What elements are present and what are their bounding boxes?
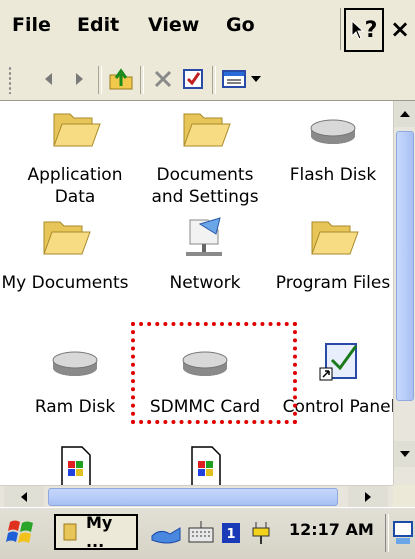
- taskbar-window-label: My ...: [85, 513, 113, 551]
- file-item[interactable]: Network: [140, 214, 270, 294]
- file-label: Documents and Settings: [151, 165, 259, 207]
- network-icon: [186, 217, 222, 256]
- taskbar-window-button[interactable]: My ...: [54, 513, 138, 551]
- menu-file[interactable]: File: [12, 14, 51, 36]
- delete-icon: [154, 70, 172, 88]
- properties-icon: [183, 69, 203, 89]
- up-folder-icon: [109, 68, 133, 90]
- toolbar: [0, 60, 415, 101]
- file-label: Program Files: [275, 273, 391, 293]
- folder-icon: [53, 113, 101, 147]
- app-file-icon: [191, 446, 221, 485]
- arrow-right-icon: [365, 492, 371, 502]
- file-item[interactable]: Documents and Settings: [140, 106, 270, 208]
- menu-bar: File Edit View Go ? ×: [0, 0, 415, 61]
- toolbar-separator: [212, 66, 216, 94]
- file-label: Network: [169, 273, 241, 293]
- close-button[interactable]: ×: [390, 10, 414, 48]
- toolbar-separator: [140, 66, 144, 94]
- arrow-down-icon: [400, 451, 410, 457]
- menu-view[interactable]: View: [148, 14, 199, 36]
- toolbar-grip[interactable]: [8, 66, 12, 94]
- file-label: My Documents: [1, 273, 129, 293]
- file-item[interactable]: Application Data: [10, 106, 140, 208]
- horizontal-scrollbar[interactable]: [0, 485, 393, 508]
- app-file-icon: [61, 446, 91, 485]
- folder-icon: [311, 221, 359, 255]
- back-button[interactable]: [34, 65, 64, 93]
- vertical-scrollbar[interactable]: [393, 101, 415, 485]
- storage-card-icon: [52, 351, 98, 376]
- control-panel-icon: [319, 343, 358, 381]
- scroll-right-button[interactable]: [348, 486, 388, 508]
- file-item[interactable]: Ram Disk: [10, 338, 140, 418]
- keyboard-icon[interactable]: [186, 518, 216, 548]
- taskbar-separator: [385, 514, 389, 552]
- toolbar-separator: [98, 66, 102, 94]
- scroll-left-button[interactable]: [4, 486, 44, 508]
- taskbar: My ... 1 12:17 AM: [0, 507, 415, 559]
- view-menu-button[interactable]: [220, 65, 266, 93]
- menu-edit[interactable]: Edit: [77, 14, 119, 36]
- desktop-icon[interactable]: [392, 518, 414, 548]
- clock[interactable]: 12:17 AM: [289, 520, 374, 539]
- help-label: ?: [364, 17, 378, 43]
- delete-button[interactable]: [148, 65, 178, 93]
- view-menu-icon: [222, 70, 261, 88]
- forward-icon: [76, 73, 83, 85]
- start-button[interactable]: [4, 516, 40, 550]
- storage-card-icon: [310, 119, 356, 144]
- explorer-window-icon: [63, 523, 77, 541]
- power-icon[interactable]: [248, 518, 274, 548]
- folder-icon: [43, 221, 91, 255]
- scrollbar-corner: [393, 485, 415, 507]
- svg-text:1: 1: [226, 527, 235, 542]
- vertical-scroll-thumb[interactable]: [396, 131, 414, 401]
- file-list-view: Application Data Documents and Settings …: [0, 101, 393, 485]
- file-item[interactable]: Program Files: [268, 214, 393, 294]
- file-item[interactable]: [140, 443, 270, 485]
- horizontal-scroll-thumb[interactable]: [48, 488, 338, 506]
- arrow-up-icon: [400, 111, 410, 117]
- file-item[interactable]: My Documents: [0, 214, 130, 294]
- windows-flag-icon: [6, 520, 33, 543]
- menu-go[interactable]: Go: [226, 14, 255, 36]
- file-label: Application Data: [27, 165, 123, 207]
- highlight-annotation: [131, 322, 297, 424]
- file-item[interactable]: [10, 443, 140, 485]
- up-folder-button[interactable]: [106, 65, 136, 93]
- folder-icon: [183, 113, 231, 147]
- input-indicator-icon[interactable]: 1: [220, 521, 242, 545]
- properties-button[interactable]: [178, 65, 208, 93]
- scroll-up-button[interactable]: [394, 101, 415, 127]
- arrow-left-icon: [21, 492, 27, 502]
- forward-button[interactable]: [64, 65, 94, 93]
- file-label: Flash Disk: [289, 165, 377, 185]
- scroll-down-button[interactable]: [394, 441, 415, 467]
- file-item[interactable]: Flash Disk: [268, 106, 393, 186]
- menubar-separator: [340, 8, 341, 50]
- help-button[interactable]: ?: [344, 8, 384, 52]
- back-icon: [45, 73, 52, 85]
- file-label: Ram Disk: [34, 397, 116, 417]
- pointer-icon: [351, 20, 364, 40]
- network-connection-icon[interactable]: [150, 518, 184, 548]
